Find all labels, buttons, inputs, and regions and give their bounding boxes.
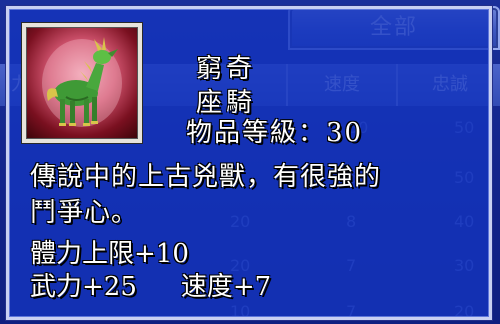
stat-hp-bonus: 體力上限+10 (30, 239, 189, 269)
green-creature-mount-icon (42, 37, 122, 127)
item-description-line-2: 鬥爭心。 (30, 198, 139, 228)
item-description-line-1: 傳說中的上古兇獸，有很強的 (30, 162, 382, 192)
stat-attack-bonus: 武力+25 (30, 272, 137, 302)
item-portrait (22, 23, 142, 143)
item-name: 窮奇 (196, 54, 257, 84)
stat-row: 武力+25 速度+7 (30, 266, 271, 303)
item-level: 物品等級：30 (186, 118, 364, 148)
stat-speed-bonus: 速度+7 (180, 272, 272, 302)
